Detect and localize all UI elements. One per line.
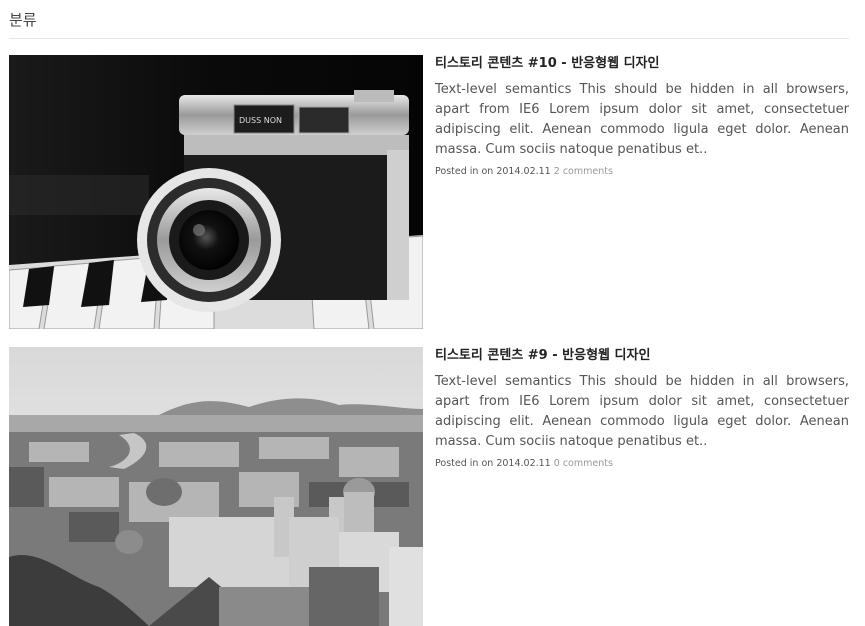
post-excerpt: Text-level semantics This should be hidd… [435,374,849,449]
posted-label: Posted in on [435,166,494,177]
post-thumbnail-city[interactable] [9,347,423,626]
post-meta: Posted in on 2014.02.11 2 comments [435,166,849,177]
post-excerpt: Text-level semantics This should be hidd… [435,82,849,157]
post-info: 티스토리 콘텐츠 #9 - 반응형웹 디자인 Text-level semant… [435,347,849,469]
camera-photo: DUSS NON [9,55,423,329]
post-title-link[interactable]: 티스토리 콘텐츠 #9 - 반응형웹 디자인 [435,348,849,364]
post-date: 2014.02.11 [496,166,551,177]
city-photo [9,347,423,626]
posted-label: Posted in on [435,458,494,469]
camera-badge-text: DUSS NON [239,116,282,125]
post-title-link[interactable]: 티스토리 콘텐츠 #10 - 반응형웹 디자인 [435,56,849,72]
comments-link[interactable]: 0 comments [554,458,613,469]
post-item: DUSS NON 티스토리 콘텐츠 #10 - 반응형웹 디자인 Text-le… [9,55,849,329]
category-divider [9,38,849,39]
category-title: 분류 [9,11,37,29]
post-meta: Posted in on 2014.02.11 0 comments [435,458,849,469]
post-info: 티스토리 콘텐츠 #10 - 반응형웹 디자인 Text-level seman… [435,55,849,177]
comments-link[interactable]: 2 comments [554,166,613,177]
post-date: 2014.02.11 [496,458,551,469]
post-item: 티스토리 콘텐츠 #9 - 반응형웹 디자인 Text-level semant… [9,347,849,626]
post-thumbnail-camera[interactable]: DUSS NON [9,55,423,329]
